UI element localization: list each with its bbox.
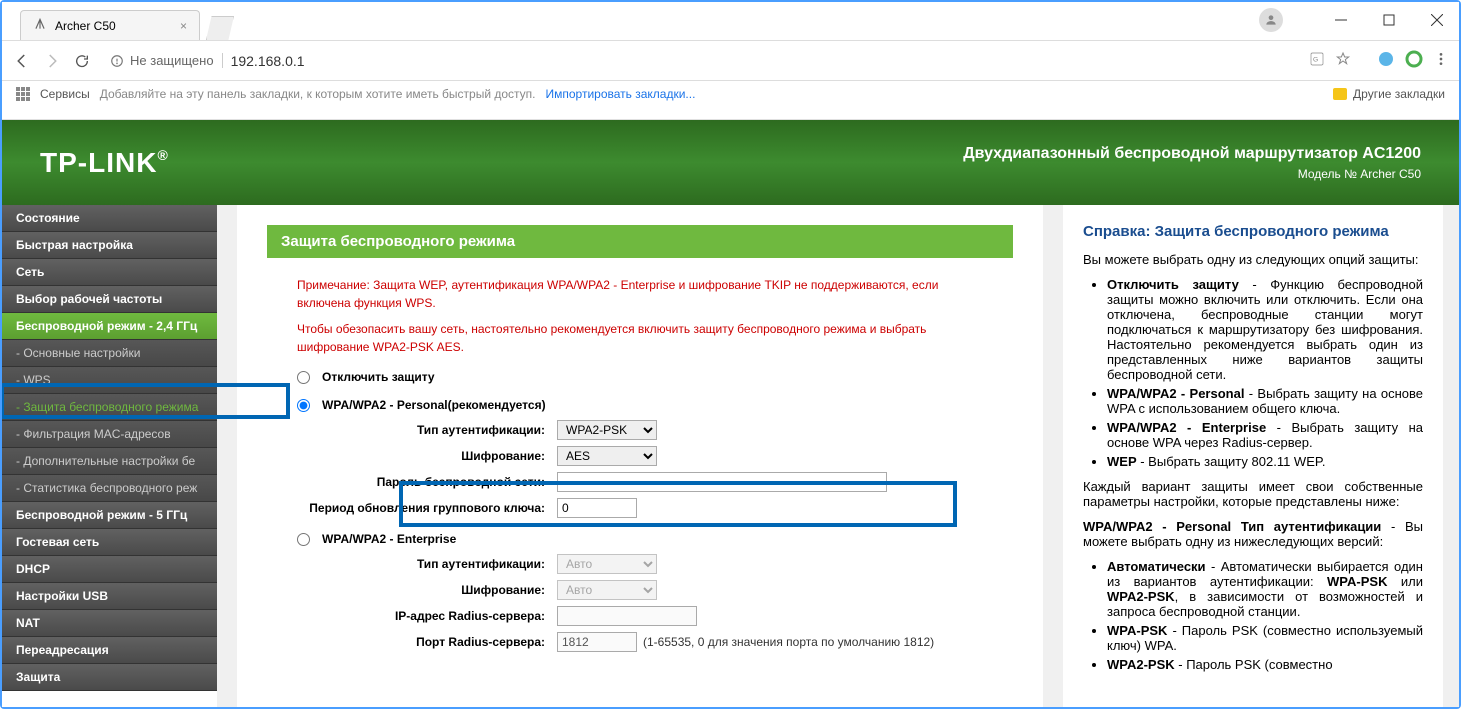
input-radius-port[interactable] [557,632,637,652]
bookmark-star-icon[interactable] [1335,51,1351,70]
label-encryption-2: Шифрование: [297,583,557,597]
help-personal-auth: WPA/WPA2 - Personal Тип аутентификации -… [1083,519,1423,549]
help-li-wep: WEP - Выбрать защиту 802.11 WEP. [1107,454,1423,469]
sidebar-sub-statistics[interactable]: - Статистика беспроводного реж [2,475,217,502]
tab-title: Archer C50 [55,19,116,33]
menu-icon[interactable] [1433,51,1449,70]
sidebar-item-quick-setup[interactable]: Быстрая настройка [2,232,217,259]
help-li-disable: Отключить защиту - Функцию беспроводной … [1107,277,1423,382]
select-encryption-personal[interactable]: AES [557,446,657,466]
help-li-wpapsk: WPA-PSK - Пароль PSK (совместно использу… [1107,623,1423,653]
bookmark-hint: Добавляйте на эту панель закладки, к кот… [100,87,536,101]
input-radius-ip[interactable] [557,606,697,626]
help-intro: Вы можете выбрать одну из следующих опци… [1083,252,1423,267]
label-radius-ip: IP-адрес Radius-сервера: [297,609,557,623]
sidebar-item-frequency[interactable]: Выбор рабочей частоты [2,286,217,313]
security-text: Не защищено [130,53,214,68]
sidebar-sub-security[interactable]: - Защита беспроводного режима [2,394,217,421]
close-icon[interactable] [1427,10,1447,30]
sidebar-sub-advanced[interactable]: - Дополнительные настройки бе [2,448,217,475]
router-body: Состояние Быстрая настройка Сеть Выбор р… [2,205,1459,707]
help-li-personal: WPA/WPA2 - Personal - Выбрать защиту на … [1107,386,1423,416]
option-wpa-enterprise[interactable]: WPA/WPA2 - Enterprise [297,532,983,546]
sidebar-item-network[interactable]: Сеть [2,259,217,286]
browser-tab[interactable]: Archer C50 × [20,10,200,40]
sidebar-scrollbar[interactable] [217,205,233,707]
label-encryption: Шифрование: [297,449,557,463]
minimize-icon[interactable] [1331,10,1351,30]
services-link[interactable]: Сервисы [40,87,90,101]
router-page: TP-LINK® Двухдиапазонный беспроводной ма… [2,120,1459,707]
input-wireless-password[interactable] [557,472,887,492]
radio-disable[interactable] [297,371,310,384]
sidebar-item-forwarding[interactable]: Переадресация [2,637,217,664]
sidebar-item-nat[interactable]: NAT [2,610,217,637]
user-profile-icon[interactable] [1259,8,1283,32]
import-bookmarks-link[interactable]: Импортировать закладки... [546,87,696,101]
main-scrollbar[interactable] [1047,205,1063,707]
select-encryption-enterprise[interactable]: Авто [557,580,657,600]
radius-port-hint: (1-65535, 0 для значения порта по умолча… [643,635,934,649]
panel-title: Защита беспроводного режима [267,225,1013,258]
translate-icon[interactable]: G [1309,51,1325,70]
folder-icon [1333,88,1347,100]
maximize-icon[interactable] [1379,10,1399,30]
other-bookmarks-link[interactable]: Другие закладки [1353,87,1445,101]
label-password: Пароль беспроводной сети: [297,475,557,489]
help-title: Справка: Защита беспроводного режима [1083,223,1423,240]
tplink-logo: TP-LINK® [40,147,169,179]
forward-button[interactable] [42,51,62,71]
help-li-auto: Автоматически - Автоматически выбирается… [1107,559,1423,619]
svg-text:G: G [1313,57,1318,64]
label-radius-port: Порт Radius-сервера: [297,635,557,649]
select-auth-type-personal[interactable]: WPA2-PSK [557,420,657,440]
nav-bar: Не защищено 192.168.0.1 G [2,40,1459,81]
option-wpa-personal[interactable]: WPA/WPA2 - Personal(рекомендуется) [297,398,983,412]
sidebar-sub-basic[interactable]: - Основные настройки [2,340,217,367]
sidebar-item-usb[interactable]: Настройки USB [2,583,217,610]
help-li-wpa2psk: WPA2-PSK - Пароль PSK (совместно [1107,657,1423,672]
radio-personal[interactable] [297,399,310,412]
sidebar-item-guest[interactable]: Гостевая сеть [2,529,217,556]
sidebar-item-dhcp[interactable]: DHCP [2,556,217,583]
label-auth-type: Тип аутентификации: [297,423,557,437]
url-text: 192.168.0.1 [231,53,305,69]
router-header: TP-LINK® Двухдиапазонный беспроводной ма… [2,120,1459,205]
extension-icon-2[interactable] [1405,50,1423,71]
extension-icon-1[interactable] [1377,50,1395,71]
note-wps: Примечание: Защита WEP, аутентификация W… [297,276,983,312]
sidebar-sub-mac-filter[interactable]: - Фильтрация MAC-адресов [2,421,217,448]
sidebar-item-wireless-5[interactable]: Беспроводной режим - 5 ГГц [2,502,217,529]
tab-favicon [33,17,47,34]
main-panel: Защита беспроводного режима Примечание: … [237,205,1043,707]
device-title: Двухдиапазонный беспроводной маршрутизат… [963,145,1421,163]
input-group-key[interactable] [557,498,637,518]
back-button[interactable] [12,51,32,71]
new-tab-button[interactable] [206,16,234,40]
sidebar: Состояние Быстрая настройка Сеть Выбор р… [2,205,217,707]
option-disable-security[interactable]: Отключить защиту [297,370,983,384]
select-auth-type-enterprise[interactable]: Авто [557,554,657,574]
browser-chrome: Archer C50 × Не защищено 192.168.0.1 G С… [2,2,1459,120]
sidebar-sub-wps[interactable]: - WPS [2,367,217,394]
sidebar-item-wireless-24[interactable]: Беспроводной режим - 2,4 ГГц [2,313,217,340]
label-auth-type-2: Тип аутентификации: [297,557,557,571]
apps-icon[interactable] [16,87,30,101]
note-recommend: Чтобы обезопасить вашу сеть, настоятельн… [297,320,983,356]
tab-close-icon[interactable]: × [180,19,187,33]
radio-enterprise[interactable] [297,533,310,546]
help-each-variant: Каждый вариант защиты имеет свои собстве… [1083,479,1423,509]
security-indicator[interactable]: Не защищено [110,53,223,68]
bookmark-bar: Сервисы Добавляйте на эту панель закладк… [2,81,1459,107]
tab-bar: Archer C50 × [2,8,1459,40]
sidebar-item-status[interactable]: Состояние [2,205,217,232]
device-model: Модель № Archer C50 [963,167,1421,181]
help-li-enterprise: WPA/WPA2 - Enterprise - Выбрать защиту н… [1107,420,1423,450]
label-group-key: Период обновления группового ключа: [297,501,557,515]
address-bar[interactable]: Не защищено 192.168.0.1 G [102,47,1359,74]
reload-button[interactable] [72,51,92,71]
sidebar-item-security[interactable]: Защита [2,664,217,691]
help-scrollbar[interactable] [1443,205,1459,707]
help-panel: Справка: Защита беспроводного режима Вы … [1063,205,1443,707]
